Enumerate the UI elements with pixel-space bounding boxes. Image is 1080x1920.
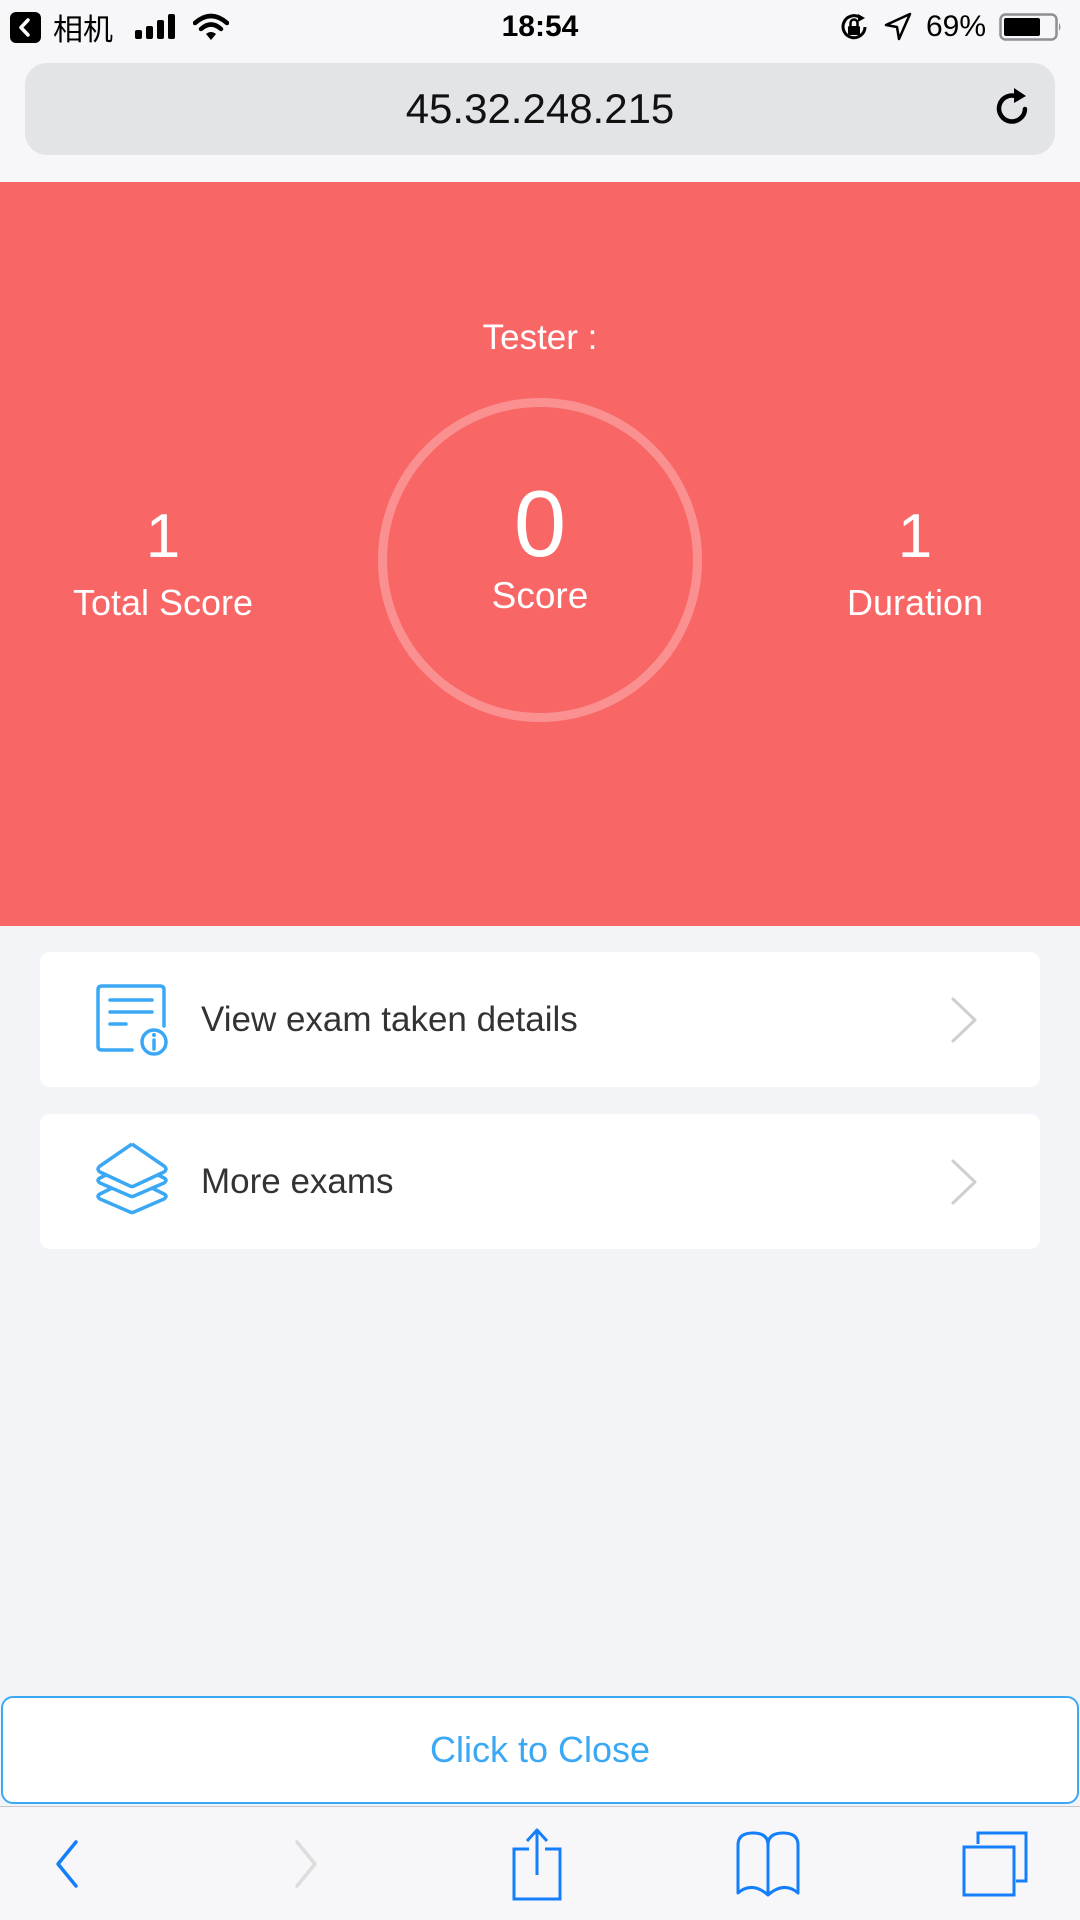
back-icon xyxy=(56,1840,78,1888)
tester-label: Tester : xyxy=(482,318,598,357)
address-bar[interactable]: 45.32.248.215 xyxy=(25,63,1055,155)
signal-icon xyxy=(135,0,178,54)
duration-label: Duration xyxy=(846,582,984,623)
reload-icon[interactable] xyxy=(987,83,1039,135)
browser-toolbar xyxy=(0,1806,1080,1920)
share-icon xyxy=(512,1828,562,1901)
back-button[interactable] xyxy=(27,1829,107,1899)
more-exams-label: More exams xyxy=(201,1162,394,1201)
duration-stat: 1 Duration xyxy=(755,502,1075,624)
tabs-icon xyxy=(962,1831,1028,1897)
back-to-app-label: 相机 xyxy=(53,14,113,47)
bookmarks-icon xyxy=(736,1831,800,1897)
more-exams-item[interactable]: More exams xyxy=(40,1114,1040,1249)
battery-icon xyxy=(999,0,1063,54)
chevron-right-icon xyxy=(951,997,977,1043)
view-exam-details-label: View exam taken details xyxy=(201,1000,578,1039)
back-to-app[interactable]: 相机 xyxy=(10,0,113,54)
score-label: Score xyxy=(491,575,589,616)
close-button[interactable]: Click to Close xyxy=(1,1696,1079,1804)
share-button[interactable] xyxy=(497,1828,577,1901)
tabs-button[interactable] xyxy=(955,1829,1035,1899)
forward-button[interactable] xyxy=(266,1829,346,1899)
score-value: 0 xyxy=(513,471,567,576)
wifi-icon xyxy=(193,0,229,54)
result-summary: Tester : 1 Total Score 0 Score 1 Duratio… xyxy=(0,182,1080,926)
bookmarks-button[interactable] xyxy=(728,1829,808,1899)
url-text[interactable]: 45.32.248.215 xyxy=(25,63,1055,155)
layers-icon xyxy=(96,1142,168,1215)
total-score-stat: 1 Total Score xyxy=(3,502,323,624)
rotation-lock-icon xyxy=(838,0,870,54)
view-exam-details-item[interactable]: View exam taken details xyxy=(40,952,1040,1087)
chevron-right-icon xyxy=(951,1159,977,1205)
status-bar: 相机 18:54 69% xyxy=(0,0,1080,54)
browser-address-area: 45.32.248.215 xyxy=(0,54,1080,182)
document-info-icon xyxy=(96,984,168,1056)
battery-percent: 69% xyxy=(926,10,987,43)
back-to-app-icon xyxy=(10,11,41,43)
total-score-label: Total Score xyxy=(72,582,254,623)
total-score-value: 1 xyxy=(145,502,181,571)
location-icon xyxy=(884,0,912,54)
duration-value: 1 xyxy=(897,502,933,571)
forward-icon xyxy=(295,1840,317,1888)
